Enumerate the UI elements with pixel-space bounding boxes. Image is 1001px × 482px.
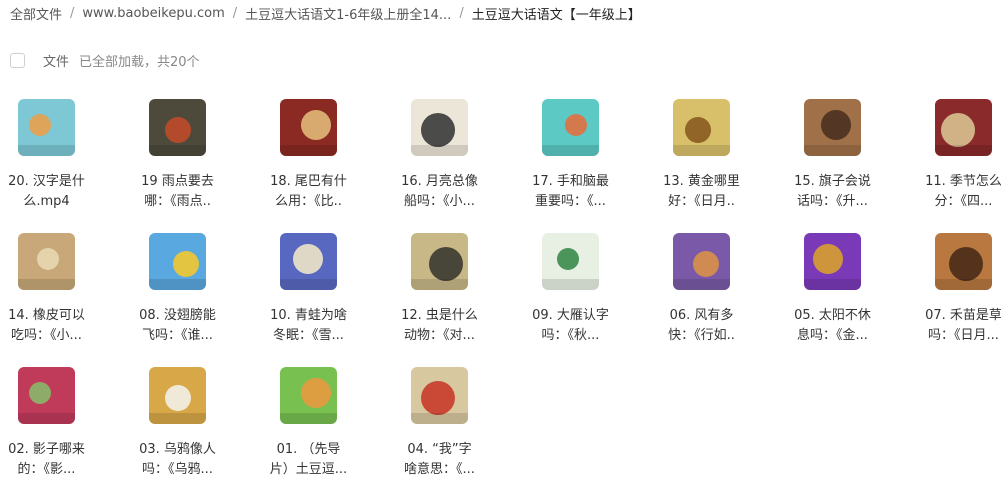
file-name: 05. 太阳不休 息吗：《金...: [794, 308, 871, 343]
animal-thumbnail: [280, 99, 337, 156]
character-chart-thumbnail: [411, 99, 468, 156]
video-thumbnail: [673, 233, 730, 290]
figure-thumbnail: [804, 233, 861, 290]
file-name: 19 雨点要去 哪：《雨点..: [141, 174, 214, 209]
stage-thumbnail: [935, 99, 992, 156]
cartoon-boy-thumbnail: [542, 99, 599, 156]
file-item[interactable]: 20. 汉字是什 么.mp4: [0, 98, 131, 232]
file-name: 09. 大雁认字 吗：《秋...: [532, 308, 609, 343]
photo-collage-thumbnail: [18, 367, 75, 424]
pattern-thumbnail: [280, 233, 337, 290]
video-thumbnail: [673, 99, 730, 156]
ant-thumbnail: [149, 99, 206, 156]
file-name: 01. （先导 片）土豆逗...: [269, 442, 348, 477]
file-name: 13. 黄金哪里 好：《日月..: [663, 174, 740, 209]
file-name: 11. 季节怎么 分：《四...: [925, 174, 1001, 209]
video-thumbnail: [18, 99, 75, 156]
breadcrumb-site-folder[interactable]: www.baobeikepu.com: [82, 6, 224, 21]
video-thumbnail: [542, 233, 599, 290]
video-thumbnail: [18, 367, 75, 424]
golden-mask-thumbnail: [673, 99, 730, 156]
eraser-thumbnail: [18, 233, 75, 290]
file-item[interactable]: 07. 禾苗是草 吗：《日月...: [917, 232, 1001, 366]
birds-thumbnail: [542, 233, 599, 290]
file-column-label: 文件: [43, 54, 70, 70]
sun-thumbnail: [149, 233, 206, 290]
video-thumbnail: [280, 367, 337, 424]
breadcrumb-separator: /: [232, 5, 238, 21]
load-status: 已全部加载，共20个: [79, 54, 200, 70]
file-item[interactable]: 10. 青蛙为啥 冬眠：《雪...: [262, 232, 393, 366]
scene-thumbnail: [804, 99, 861, 156]
video-thumbnail: [149, 233, 206, 290]
file-name: 16. 月亮总像 船吗：《小...: [401, 174, 478, 209]
file-name: 17. 手和脑最 重要吗：《...: [532, 174, 609, 209]
file-item[interactable]: 19 雨点要去 哪：《雨点..: [131, 98, 262, 232]
bronze-vessel-thumbnail: [411, 233, 468, 290]
video-thumbnail: [804, 233, 861, 290]
cartoon-kids-thumbnail: [18, 99, 75, 156]
file-name: 18. 尾巴有什 么用：《比..: [270, 174, 347, 209]
file-item[interactable]: 04. “我”字 啥意思：《...: [393, 366, 524, 482]
file-name: 07. 禾苗是草 吗：《日月...: [925, 308, 1001, 343]
video-thumbnail: [935, 99, 992, 156]
character-wo-thumbnail: [411, 367, 468, 424]
breadcrumb-separator: /: [70, 5, 75, 21]
file-item[interactable]: 05. 太阳不休 息吗：《金...: [786, 232, 917, 366]
breadcrumb-separator: /: [459, 5, 464, 21]
file-list-toolbar: 文件 已全部加载，共20个: [10, 51, 200, 70]
file-item[interactable]: 14. 橡皮可以 吃吗：《小...: [0, 232, 131, 366]
video-thumbnail: [935, 233, 992, 290]
video-thumbnail: [149, 367, 206, 424]
video-thumbnail: [804, 99, 861, 156]
file-item[interactable]: 12. 虫是什么 动物：《对...: [393, 232, 524, 366]
file-item[interactable]: 15. 旗子会说 话吗：《升...: [786, 98, 917, 232]
video-thumbnail: [411, 367, 468, 424]
file-name: 04. “我”字 啥意思：《...: [404, 442, 475, 477]
file-item[interactable]: 08. 没翅膀能 飞吗：《谁...: [131, 232, 262, 366]
file-item[interactable]: 16. 月亮总像 船吗：《小...: [393, 98, 524, 232]
file-name: 06. 风有多 快：《行如..: [668, 308, 735, 343]
file-name: 12. 虫是什么 动物：《对...: [401, 308, 478, 343]
file-item[interactable]: 03. 乌鸦像人 吗：《乌鸦...: [131, 366, 262, 482]
select-all-checkbox[interactable]: [10, 52, 25, 68]
file-item[interactable]: 02. 影子哪来 的：《影...: [0, 366, 131, 482]
file-item[interactable]: 11. 季节怎么 分：《四...: [917, 98, 1001, 232]
breadcrumb-series-folder[interactable]: 土豆逗大话语文1-6年级上册全14...: [245, 4, 451, 23]
file-grid: 20. 汉字是什 么.mp4 19 雨点要去 哪：《雨点.. 18. 尾巴有什 么用…: [0, 98, 1001, 482]
video-thumbnail: [411, 233, 468, 290]
file-item[interactable]: 17. 手和脑最 重要吗：《...: [524, 98, 655, 232]
file-item[interactable]: 18. 尾巴有什 么用：《比..: [262, 98, 393, 232]
video-thumbnail: [149, 99, 206, 156]
book-thumbnail: [280, 367, 337, 424]
file-name: 02. 影子哪来 的：《影...: [8, 442, 85, 477]
video-thumbnail: [280, 233, 337, 290]
file-item[interactable]: 06. 风有多 快：《行如..: [655, 232, 786, 366]
white-horse-thumbnail: [149, 367, 206, 424]
file-item[interactable]: 09. 大雁认字 吗：《秋...: [524, 232, 655, 366]
person-thumbnail: [935, 233, 992, 290]
file-name: 03. 乌鸦像人 吗：《乌鸦...: [139, 442, 216, 477]
video-thumbnail: [411, 99, 468, 156]
file-name: 10. 青蛙为啥 冬眠：《雪...: [270, 308, 347, 343]
file-name: 15. 旗子会说 话吗：《升...: [794, 174, 871, 209]
breadcrumb-current-folder: 土豆逗大话语文【一年级上】: [471, 7, 641, 23]
file-name: 20. 汉字是什 么.mp4: [8, 174, 85, 209]
file-item[interactable]: 13. 黄金哪里 好：《日月..: [655, 98, 786, 232]
file-name: 14. 橡皮可以 吃吗：《小...: [8, 308, 85, 343]
video-thumbnail: [18, 233, 75, 290]
video-thumbnail: [542, 99, 599, 156]
breadcrumb-all-files[interactable]: 全部文件: [10, 4, 62, 23]
video-thumbnail: [280, 99, 337, 156]
file-name: 08. 没翅膀能 飞吗：《谁...: [139, 308, 216, 343]
purple-scene-thumbnail: [673, 233, 730, 290]
file-item[interactable]: 01. （先导 片）土豆逗...: [262, 366, 393, 482]
breadcrumb: 全部文件 / www.baobeikepu.com / 土豆逗大话语文1-6年级…: [10, 4, 641, 23]
